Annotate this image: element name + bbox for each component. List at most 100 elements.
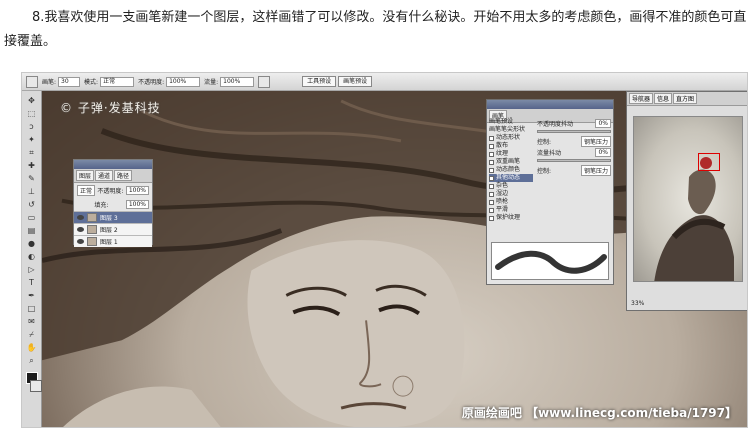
navigator-view-box[interactable] [698,153,720,171]
tab-brush-presets[interactable]: 画笔预设 [338,76,373,87]
gradient-tool-icon[interactable]: ▤ [25,225,39,236]
notes-tool-icon[interactable]: ✉ [25,316,39,327]
path-tool-icon[interactable]: ▷ [25,264,39,275]
hand-tool-icon[interactable]: ✋ [25,342,39,353]
checkbox[interactable] [489,199,494,205]
brush-setting-item[interactable]: 保护纹理 [489,214,533,222]
zoom-tool-icon[interactable]: ⌕ [25,355,39,366]
layer-fill-label: 填充: [94,202,109,209]
tab-histogram[interactable]: 直方图 [673,93,698,104]
layer-fill-field[interactable]: 100% [125,200,149,209]
eyedropper-tool-icon[interactable]: ⌿ [25,329,39,340]
opacity-control-row: 控制: 钢笔压力 [537,136,611,147]
eye-icon[interactable] [77,215,84,220]
flow-jitter-field[interactable]: 0% [595,148,611,157]
history-brush-icon[interactable]: ↺ [25,199,39,210]
opacity-control-select[interactable]: 钢笔压力 [580,136,611,147]
other-dynamics-settings: 不透明度抖动 0% 控制: 钢笔压力 流量抖动 0% 控制: 钢笔压力 [537,118,611,176]
watermark-bottom: 原画绘画吧 【www.linecg.com/tieba/1797】 [461,406,737,420]
brush-setting-item[interactable]: 双重画笔 [489,158,533,166]
pen-tool-icon[interactable]: ✒ [25,290,39,301]
dodge-tool-icon[interactable]: ◐ [25,251,39,262]
lasso-tool-icon[interactable]: ↄ [25,121,39,132]
tab-layers[interactable]: 图层 [76,170,95,181]
checkbox[interactable] [489,207,494,213]
opacity-jitter-label: 不透明度抖动 [537,121,574,128]
control-label: 控制: [537,139,552,146]
checkbox[interactable] [489,135,494,141]
checkbox[interactable] [489,143,494,149]
brush-setting-item[interactable]: 动态形状 [489,134,533,142]
layer-thumbnail [87,237,97,246]
opacity-jitter-row: 不透明度抖动 0% [537,118,611,129]
checkbox[interactable] [489,215,494,221]
navigator-panel: 导航器 信息 直方图 33% [626,91,747,311]
navigator-thumbnail[interactable] [633,116,743,282]
brush-setting-item[interactable]: 纹理 [489,150,533,158]
eraser-tool-icon[interactable]: ▭ [25,212,39,223]
layers-panel: 图层 通道 路径 正常 不透明度: 100% 填充: 100% 图层 3 图层 … [73,159,153,247]
move-tool-icon[interactable]: ✥ [25,95,39,106]
tab-info[interactable]: 信息 [654,93,673,104]
flow-field[interactable]: 100% [220,76,255,87]
flow-control[interactable]: 流量: 100% [204,76,255,87]
tab-paths[interactable]: 路径 [114,170,133,181]
navigator-zoom[interactable]: 33% [631,300,644,307]
eye-icon[interactable] [77,239,84,244]
brush-setting-item[interactable]: 杂色 [489,182,533,190]
options-bar: 画笔: 30 模式: 正常 不透明度: 100% 流量: 100% 工具预设 画… [22,73,747,91]
brush-size-control[interactable]: 画笔: 30 [42,76,81,87]
opacity-control[interactable]: 不透明度: 100% [138,76,201,87]
mode-select[interactable]: 正常 [100,76,135,87]
blend-mode-select[interactable]: 正常 [77,185,96,196]
opacity-jitter-field[interactable]: 0% [595,119,611,128]
opacity-jitter-slider[interactable] [537,130,611,133]
tab-channels[interactable]: 通道 [95,170,114,181]
checkbox[interactable] [489,159,494,165]
layer-row[interactable]: 图层 3 [74,211,152,223]
brush-setting-item[interactable]: 动态颜色 [489,166,533,174]
brush-tool-icon[interactable] [26,75,38,88]
airbrush-icon[interactable] [258,75,271,88]
blur-tool-icon[interactable]: ● [25,238,39,249]
tab-tool-presets[interactable]: 工具预设 [302,76,337,87]
flow-jitter-slider[interactable] [537,159,611,162]
article-caption: 8.我喜欢使用一支画笔新建一个图层，这样画错了可以修改。没有什么秘诀。开始不用太… [4,10,747,49]
brushes-panel-titlebar[interactable] [487,100,613,109]
background-color-swatch[interactable] [29,380,42,392]
brush-setting-item[interactable]: 散布 [489,142,533,150]
type-tool-icon[interactable]: T [25,277,39,288]
brush-setting-item[interactable]: 湿边 [489,190,533,198]
brushes-panel: 画笔 画笔预设 画笔笔尖形状 动态形状 散布 纹理 双重画笔 动态颜色 其他动态… [486,99,614,285]
tab-navigator[interactable]: 导航器 [629,93,654,104]
checkbox[interactable] [489,183,494,189]
mode-control[interactable]: 模式: 正常 [84,76,135,87]
layer-thumbnail [87,213,97,222]
flow-jitter-label: 流量抖动 [537,150,562,157]
checkbox[interactable] [489,151,494,157]
opacity-field[interactable]: 100% [166,76,201,87]
shape-tool-icon[interactable]: □ [25,303,39,314]
brush-setting-item[interactable]: 画笔预设 [489,118,533,126]
brush-setting-item[interactable]: 平滑 [489,206,533,214]
crop-tool-icon[interactable]: ⌗ [25,147,39,158]
layer-name: 图层 3 [100,215,118,222]
checkbox[interactable] [489,167,494,173]
brush-setting-item[interactable]: 喷枪 [489,198,533,206]
stamp-tool-icon[interactable]: ⊥ [25,186,39,197]
brush-setting-item-selected[interactable]: 其他动态 [489,174,533,182]
layer-opacity-field[interactable]: 100% [125,186,149,195]
layer-row[interactable]: 图层 1 [74,235,152,247]
flow-control-select[interactable]: 钢笔压力 [580,165,611,176]
marquee-tool-icon[interactable]: ⬚ [25,108,39,119]
brush-setting-item[interactable]: 画笔笔尖形状 [489,126,533,134]
brush-tool-icon[interactable]: ✎ [25,173,39,184]
healing-tool-icon[interactable]: ✚ [25,160,39,171]
eye-icon[interactable] [77,227,84,232]
checkbox[interactable] [489,175,494,181]
checkbox[interactable] [489,191,494,197]
brush-size-field[interactable]: 30 [58,76,81,87]
magic-wand-tool-icon[interactable]: ✦ [25,134,39,145]
layers-panel-titlebar[interactable] [74,160,152,169]
layer-row[interactable]: 图层 2 [74,223,152,235]
